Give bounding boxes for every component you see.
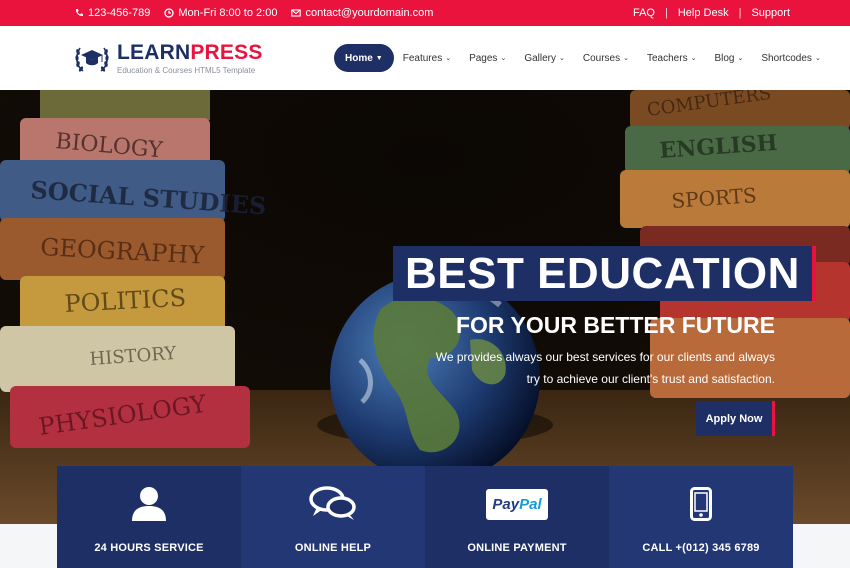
hours-text: Mon-Fri 8:00 to 2:00 xyxy=(178,7,278,19)
support-link[interactable]: Support xyxy=(751,7,790,19)
feature-call[interactable]: CALL +(012) 345 6789 xyxy=(609,466,793,568)
chevron-down-icon: ⌄ xyxy=(559,55,565,62)
chevron-down-icon: ⌄ xyxy=(690,55,697,62)
feature-label: ONLINE HELP xyxy=(294,542,372,554)
chevron-down-icon: ⌄ xyxy=(445,55,452,62)
nav-item-gallery[interactable]: Gallery ⌄ xyxy=(515,44,574,72)
feature-label: CALL +(012) 345 6789 xyxy=(642,542,760,554)
feature-label: ONLINE PAYMENT xyxy=(467,542,567,554)
laurel-cap-icon xyxy=(75,47,109,72)
apply-now-button[interactable]: Apply Now xyxy=(696,401,775,436)
nav-label: Pages xyxy=(469,52,498,64)
chevron-down-icon: ⌄ xyxy=(814,55,821,62)
nav-label: Blog xyxy=(714,52,735,64)
chevron-down-icon: ⌄ xyxy=(737,55,744,62)
feature-online-help[interactable]: ONLINE HELP xyxy=(241,466,425,568)
hero-description-line: try to achieve our client's trust and sa… xyxy=(526,372,775,386)
logo-tagline: Education & Courses HTML5 Template xyxy=(117,65,256,75)
nav-label: Courses xyxy=(582,52,621,64)
hero-title: BEST EDUCATION xyxy=(405,248,800,298)
divider: | xyxy=(738,7,742,19)
site-header: LEARNPRESS Education & Courses HTML5 Tem… xyxy=(0,26,850,90)
divider: | xyxy=(665,7,668,19)
logo-word-learn: LEARN xyxy=(117,40,191,64)
nav-item-teachers[interactable]: Teachers ⌄ xyxy=(638,44,705,72)
chevron-down-icon: ▼ xyxy=(375,54,383,62)
phone-icon xyxy=(75,9,83,17)
nav-item-blog[interactable]: Blog ⌄ xyxy=(705,44,752,72)
user-icon xyxy=(130,484,168,524)
hero-description: We provides always our best services for… xyxy=(395,346,775,390)
hero-background-image: BIOLOGY SOCIAL STUDIES GEOGRAPHY POLITIC… xyxy=(0,90,850,524)
nav-item-pages[interactable]: Pages ⌄ xyxy=(460,44,515,72)
chevron-down-icon: ⌄ xyxy=(500,55,507,62)
hero-description-line: We provides always our best services for… xyxy=(435,350,775,364)
paypal-word-pal: Pal xyxy=(519,495,542,513)
nav-item-shortcodes[interactable]: Shortcodes ⌄ xyxy=(752,44,829,72)
site-logo[interactable]: LEARNPRESS Education & Courses HTML5 Tem… xyxy=(72,38,263,78)
envelope-icon xyxy=(291,9,302,17)
logo-word-press: PRESS xyxy=(190,40,263,64)
nav-label: Home xyxy=(345,52,373,64)
phone-contact[interactable]: 123-456-789 xyxy=(74,7,150,19)
nav-label: Features xyxy=(402,52,443,64)
main-nav: Home ▼ Features ⌄ Pages ⌄ Gallery ⌄ Courses ⌄… xyxy=(334,44,830,72)
nav-label: Teachers xyxy=(647,52,688,64)
nav-item-home[interactable]: Home ▼ xyxy=(334,44,394,72)
nav-label: Gallery xyxy=(524,52,556,64)
clock-icon xyxy=(164,8,175,18)
chevron-down-icon: ⌄ xyxy=(623,55,629,62)
hero-title-box: BEST EDUCATION xyxy=(393,246,816,301)
hours-info: Mon-Fri 8:00 to 2:00 xyxy=(164,7,277,19)
nav-item-courses[interactable]: Courses ⌄ xyxy=(574,44,638,72)
feature-boxes: 24 HOURS SERVICE ONLINE HELP PayPal ONLI… xyxy=(57,466,794,568)
email-text: contact@yourdomain.com xyxy=(305,7,434,19)
top-bar: 123-456-789 Mon-Fri 8:00 to 2:00 contact… xyxy=(0,0,850,26)
help-desk-link[interactable]: Help Desk xyxy=(678,7,729,19)
phone-text: 123-456-789 xyxy=(88,7,151,19)
hero-subtitle: FOR YOUR BETTER FUTURE xyxy=(455,312,775,338)
feature-label: 24 HOURS SERVICE xyxy=(94,542,204,554)
paypal-icon: PayPal xyxy=(486,484,548,524)
email-contact[interactable]: contact@yourdomain.com xyxy=(291,7,433,19)
logo-wordmark: LEARNPRESS xyxy=(117,40,263,64)
faq-link[interactable]: FAQ xyxy=(633,7,655,19)
nav-item-features[interactable]: Features ⌄ xyxy=(394,44,460,72)
paypal-word-pay: Pay xyxy=(492,495,520,513)
feature-online-payment[interactable]: PayPal ONLINE PAYMENT xyxy=(425,466,609,568)
nav-label: Shortcodes xyxy=(761,52,812,64)
mobile-phone-icon xyxy=(690,484,712,524)
hero-slider: BIOLOGY SOCIAL STUDIES GEOGRAPHY POLITIC… xyxy=(0,90,850,524)
chat-icon xyxy=(309,484,357,524)
feature-24-hours-service[interactable]: 24 HOURS SERVICE xyxy=(57,466,241,568)
